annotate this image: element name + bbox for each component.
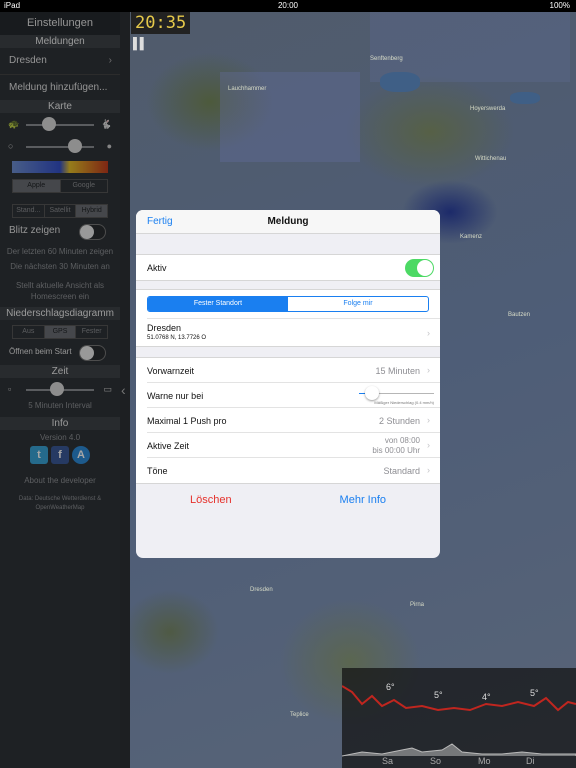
- prewarn-row[interactable]: Vorwarnzeit 15 Minuten ›: [147, 358, 440, 383]
- active-time-row[interactable]: Aktive Zeit von 08:00 bis 00:00 Uhr ›: [147, 433, 440, 458]
- temp-label: 4°: [482, 692, 491, 702]
- active-row: Aktiv: [147, 255, 440, 280]
- chevron-right-icon: ›: [427, 440, 430, 450]
- map-label: Lauchhammer: [228, 86, 267, 92]
- active-time-from: von 08:00: [384, 436, 420, 445]
- temp-label: 5°: [530, 688, 539, 698]
- map-label: Bautzen: [508, 312, 531, 318]
- intensity-caption: Mäßiger Niederschlag (0.4 mm/h): [374, 400, 434, 405]
- tones-row[interactable]: Töne Standard ›: [147, 458, 440, 483]
- prewarn-label: Vorwarnzeit: [147, 366, 195, 376]
- dialog-header: Fertig Meldung: [136, 210, 440, 234]
- max-push-row[interactable]: Maximal 1 Push pro 2 Stunden ›: [147, 408, 440, 433]
- chevron-right-icon: ›: [427, 415, 430, 425]
- map-label: Teplice: [290, 712, 309, 718]
- seg-fixed-location[interactable]: Fester Standort: [148, 297, 288, 311]
- max-push-value: 2 Stunden: [378, 416, 420, 426]
- active-group: Aktiv: [136, 254, 440, 281]
- temp-label: 6°: [386, 682, 395, 692]
- active-time-label: Aktive Zeit: [147, 441, 190, 451]
- map-label: Pirna: [410, 602, 425, 608]
- delete-button[interactable]: Löschen: [190, 494, 232, 506]
- map-label: Wittichenau: [475, 156, 507, 162]
- location-mode-control[interactable]: Fester Standort Folge mir: [147, 296, 429, 312]
- tones-label: Töne: [147, 466, 168, 476]
- warn-only-label: Warne nur bei: [147, 391, 204, 401]
- tones-value: Standard: [383, 466, 420, 476]
- sidebar-dim-overlay: [0, 12, 120, 768]
- alert-dialog: Fertig Meldung Aktiv Fester Standort Fol…: [136, 210, 440, 558]
- battery-label: 100%: [549, 1, 570, 10]
- temperature-line: [342, 685, 576, 757]
- temp-label: 5°: [434, 690, 443, 700]
- max-push-label: Maximal 1 Push pro: [147, 416, 227, 426]
- intensity-slider[interactable]: Mäßiger Niederschlag (0.4 mm/h): [359, 386, 434, 406]
- chevron-right-icon: ›: [427, 328, 430, 338]
- active-label: Aktiv: [147, 263, 167, 273]
- status-time: 20:00: [277, 1, 299, 10]
- more-info-button[interactable]: Mehr Info: [340, 494, 386, 506]
- dialog-actions: Löschen Mehr Info: [136, 494, 440, 506]
- chevron-right-icon: ›: [427, 465, 430, 475]
- settings-group: Vorwarnzeit 15 Minuten › Warne nur bei M…: [136, 357, 440, 484]
- pause-icon[interactable]: ▌▌: [133, 38, 148, 50]
- active-toggle[interactable]: [405, 259, 434, 277]
- radar-clock: 20:35: [131, 12, 191, 34]
- active-time-to: bis 00:00 Uhr: [372, 446, 420, 455]
- day-label: So: [430, 756, 442, 766]
- status-bar: iPad 20:00 100%: [0, 0, 576, 12]
- drag-handle-icon: ‹: [121, 382, 126, 398]
- seg-follow-me[interactable]: Folge mir: [288, 297, 428, 311]
- prewarn-value: 15 Minuten: [375, 366, 420, 376]
- map-label: Kamenz: [460, 234, 483, 240]
- map-label: Hoyerswerda: [470, 106, 506, 112]
- sidebar-handle[interactable]: ‹: [120, 12, 130, 768]
- day-axis: Sa So Mo Di: [342, 756, 576, 768]
- map-label: Dresden: [250, 587, 273, 593]
- day-label: Sa: [382, 756, 394, 766]
- location-row[interactable]: Dresden 51.0768 N, 13.7726 O ›: [147, 318, 440, 346]
- map-label: Senftenberg: [370, 56, 403, 62]
- day-label: Di: [526, 756, 535, 766]
- location-group: Fester Standort Folge mir Dresden 51.076…: [136, 289, 440, 347]
- precipitation-chart[interactable]: 6° 5° 4° 5° Sa So Mo Di: [342, 668, 576, 768]
- location-name: Dresden: [147, 323, 182, 333]
- day-label: Mo: [478, 756, 491, 766]
- chevron-right-icon: ›: [427, 365, 430, 375]
- dialog-title: Meldung: [267, 216, 309, 227]
- location-coords: 51.0768 N, 13.7726 O: [147, 335, 207, 341]
- warn-only-row: Warne nur bei Mäßiger Niederschlag (0.4 …: [147, 383, 440, 408]
